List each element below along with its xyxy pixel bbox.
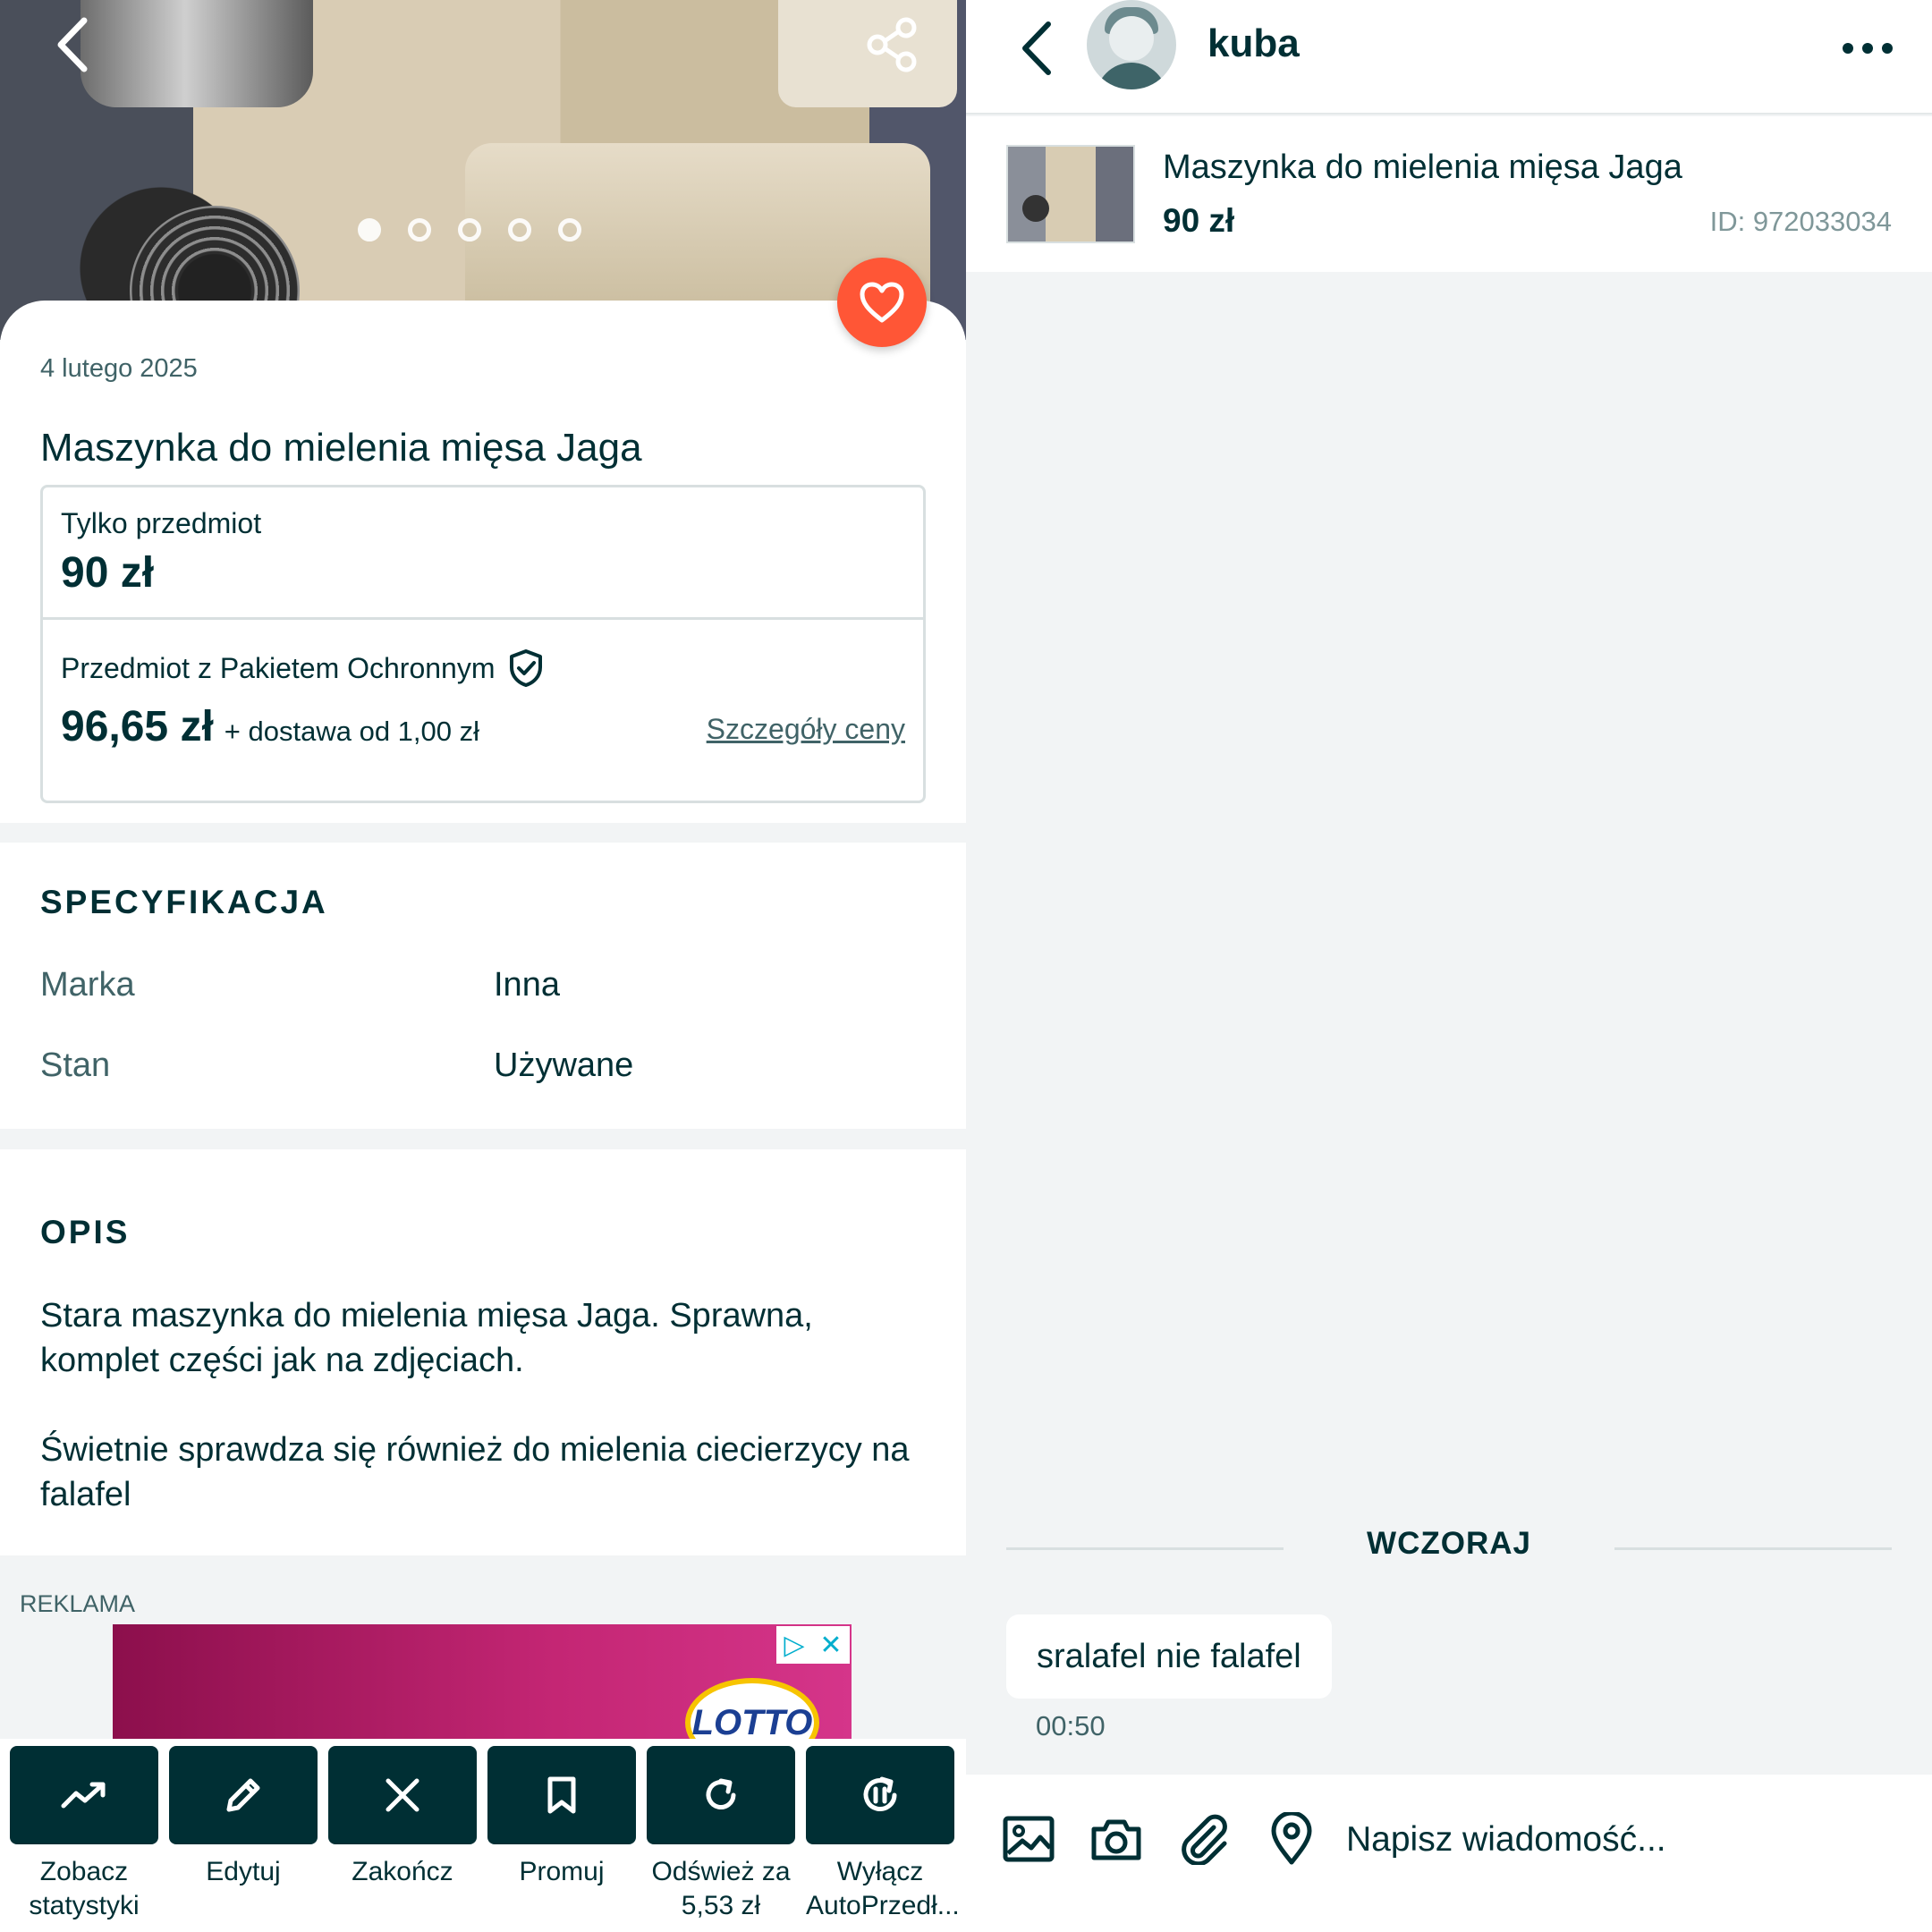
message-time: 00:50 [1036, 1710, 1106, 1741]
spec-key: Marka [40, 966, 135, 1004]
spec-row: Stan Używane [40, 1046, 633, 1085]
edit-action[interactable]: Edytuj [169, 1746, 318, 1889]
ad-close-icon[interactable]: ✕ [819, 1630, 842, 1661]
back-button[interactable] [38, 9, 109, 80]
shield-check-icon [509, 649, 542, 687]
stats-label: Zobacz statystyki [29, 1857, 140, 1920]
price-option-item-only[interactable]: Tylko przedmiot 90 zł [43, 487, 923, 620]
chevron-left-icon [1022, 21, 1051, 75]
chat-panel: kuba Maszynka do mielenia mięsa Jaga 90 … [966, 0, 1932, 1932]
auto-refresh-off-label: Wyłącz AutoPrzedł... [806, 1857, 960, 1920]
bookmark-icon [547, 1776, 576, 1814]
chat-item-price: 90 zł [1163, 202, 1235, 239]
ad-label: REKLAMA [20, 1590, 136, 1617]
message-input[interactable] [1346, 1800, 1901, 1880]
description-section: OPIS Stara maszynka do mielenia mięsa Ja… [0, 1149, 966, 1555]
chat-item-id: ID: 972033034 [1709, 206, 1892, 237]
end-label: Zakończ [352, 1857, 453, 1886]
pencil-icon [226, 1778, 260, 1812]
specification-section: SPECYFIKACJA Marka Inna Stan Używane [0, 843, 966, 1129]
listing-photo[interactable] [0, 0, 966, 340]
shipping-cost: + dostawa od 1,00 zł [224, 716, 480, 747]
ad-choices-icon: ▷ [784, 1630, 805, 1660]
location-button[interactable] [1263, 1810, 1320, 1868]
chat-item-title: Maszynka do mielenia mięsa Jaga [1163, 148, 1682, 186]
price-protected: 96,65 zł [61, 703, 214, 750]
share-button[interactable] [857, 9, 928, 80]
photo-dot[interactable] [358, 218, 381, 242]
photo-dot[interactable] [458, 218, 481, 242]
listing-summary: 4 lutego 2025 Maszynka do mielenia mięsa… [0, 301, 966, 823]
stats-button[interactable] [10, 1746, 158, 1844]
listing-date: 4 lutego 2025 [40, 354, 198, 383]
spec-key: Stan [40, 1046, 111, 1084]
message-composer [966, 1775, 1932, 1932]
spec-value: Używane [494, 1046, 634, 1084]
description-paragraph: Stara maszynka do mielenia mięsa Jaga. S… [40, 1297, 813, 1379]
photo-dot[interactable] [558, 218, 581, 242]
refresh-icon [706, 1778, 736, 1809]
day-separator-label: WCZORAJ [1367, 1526, 1531, 1561]
chevron-left-icon [57, 17, 88, 72]
item-thumbnail[interactable] [1006, 145, 1135, 243]
message-bubble[interactable]: sralafel nie falafel [1006, 1614, 1332, 1699]
location-pin-icon [1271, 1812, 1312, 1865]
avatar[interactable] [1087, 0, 1176, 89]
listing-panel: 4 lutego 2025 Maszynka do mielenia mięsa… [0, 0, 966, 1932]
promote-button[interactable] [487, 1746, 636, 1844]
description-paragraph: Świetnie sprawdza się również do mieleni… [40, 1431, 910, 1513]
photo-pagination[interactable] [358, 218, 581, 242]
paperclip-icon [1182, 1814, 1227, 1865]
auto-refresh-off-button[interactable] [806, 1746, 954, 1844]
lotto-logo: LOTTO [685, 1678, 819, 1741]
more-horizontal-icon [1843, 43, 1893, 54]
auto-refresh-off-action[interactable]: Wyłącz AutoPrzedł... [806, 1746, 960, 1923]
more-options-button[interactable] [1832, 13, 1903, 84]
trending-up-icon [61, 1782, 106, 1809]
camera-icon [1091, 1819, 1141, 1860]
chat-item-summary[interactable]: Maszynka do mielenia mięsa Jaga 90 zł ID… [966, 116, 1932, 272]
spec-heading: SPECYFIKACJA [40, 884, 328, 920]
listing-title: Maszynka do mielenia mięsa Jaga [40, 426, 642, 470]
end-action[interactable]: Zakończ [328, 1746, 477, 1889]
ad-banner[interactable]: LOTTO ▷ ✕ [113, 1624, 852, 1741]
edit-label: Edytuj [206, 1857, 281, 1886]
promote-label: Promuj [519, 1857, 605, 1886]
favorite-button[interactable] [837, 258, 927, 347]
price-protected-label: Przedmiot z Pakietem Ochronnym [61, 651, 496, 684]
chat-back-button[interactable] [1002, 13, 1073, 84]
description-heading: OPIS [40, 1214, 131, 1250]
photo-dot[interactable] [408, 218, 431, 242]
chat-username[interactable]: kuba [1208, 21, 1300, 66]
refresh-label: Odśwież za 5,53 zł [651, 1857, 791, 1920]
price-item-only: 90 zł [61, 549, 155, 597]
price-protected-row: 96,65 zł + dostawa od 1,00 zł [61, 702, 479, 751]
ad-choices-badge[interactable]: ▷ ✕ [776, 1626, 850, 1664]
end-button[interactable] [328, 1746, 477, 1844]
divider [1614, 1547, 1892, 1550]
refresh-action[interactable]: Odśwież za 5,53 zł [647, 1746, 795, 1923]
chat-header: kuba [966, 0, 1932, 114]
spec-value: Inna [494, 966, 560, 1004]
share-icon [867, 17, 917, 72]
price-protected-label-row: Przedmiot z Pakietem Ochronnym [61, 648, 544, 688]
pause-refresh-icon [863, 1776, 897, 1811]
owner-actions-bar: Zobacz statystyki Edytuj Zakończ Promuj … [0, 1739, 966, 1932]
price-box: Tylko przedmiot 90 zł Przedmiot z Pakiet… [40, 485, 926, 803]
gallery-button[interactable] [1000, 1810, 1057, 1868]
close-icon [386, 1778, 419, 1812]
heart-icon [860, 282, 904, 323]
image-icon [1003, 1816, 1055, 1862]
price-item-only-label: Tylko przedmiot [61, 507, 262, 539]
attach-button[interactable] [1175, 1810, 1233, 1868]
stats-action[interactable]: Zobacz statystyki [10, 1746, 158, 1923]
edit-button[interactable] [169, 1746, 318, 1844]
camera-button[interactable] [1088, 1810, 1145, 1868]
day-separator: WCZORAJ [1006, 1526, 1892, 1571]
refresh-button[interactable] [647, 1746, 795, 1844]
spec-row: Marka Inna [40, 966, 560, 1004]
promote-action[interactable]: Promuj [487, 1746, 636, 1889]
price-details-link[interactable]: Szczegóły ceny [707, 713, 905, 746]
photo-dot[interactable] [508, 218, 531, 242]
